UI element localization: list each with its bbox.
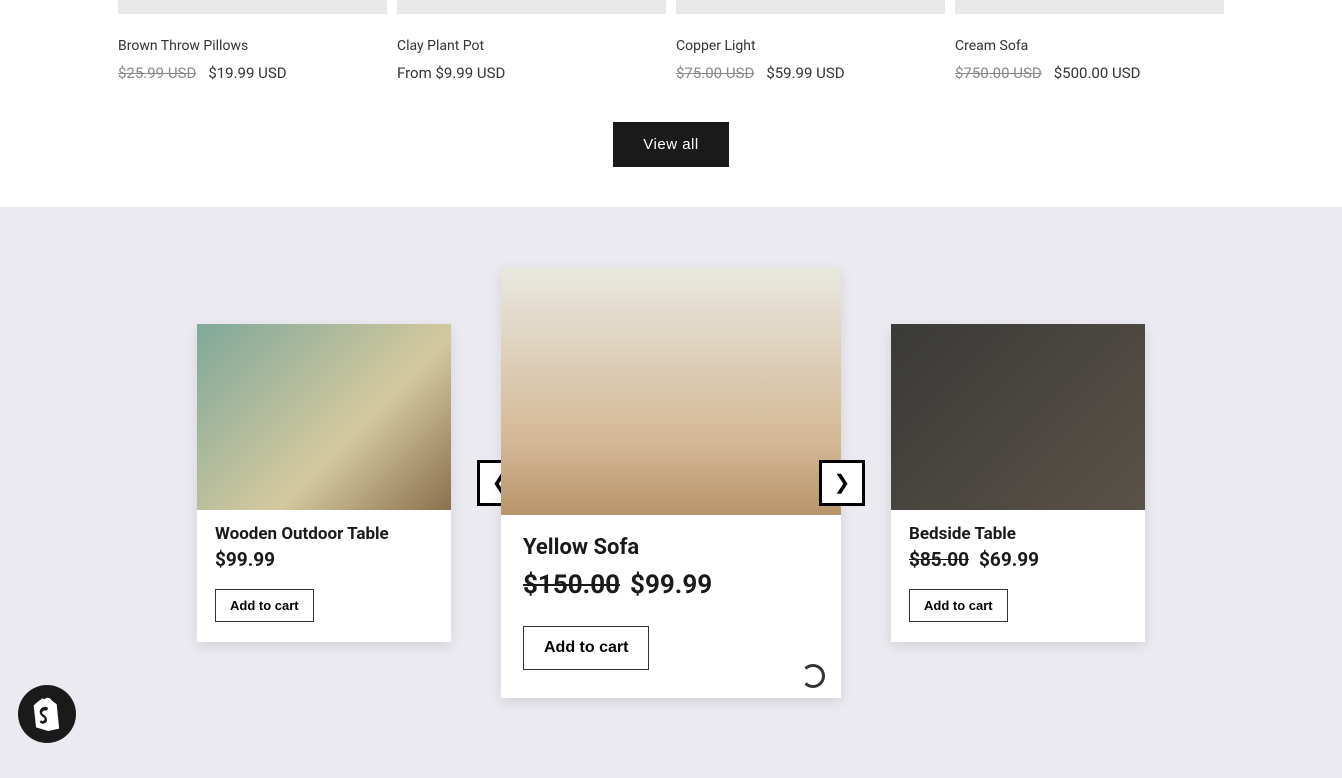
card-image <box>891 324 1145 510</box>
carousel-next-button[interactable]: ❯ <box>819 460 865 506</box>
shopify-badge[interactable] <box>18 685 76 743</box>
product-image <box>676 0 945 14</box>
price-row: $75.00 USD $59.99 USD <box>676 64 945 82</box>
chevron-right-icon: ❯ <box>834 470 851 495</box>
card-price: $85.00 $69.99 <box>909 548 1127 571</box>
card-title: Yellow Sofa <box>523 535 819 560</box>
carousel-card-right[interactable]: Bedside Table $85.00 $69.99 Add to cart <box>891 324 1145 642</box>
old-price: $75.00 USD <box>676 64 754 82</box>
product-item[interactable]: Cream Sofa $750.00 USD $500.00 USD <box>955 0 1224 82</box>
old-price: $85.00 <box>909 548 969 571</box>
carousel-card-left[interactable]: Wooden Outdoor Table $99.99 Add to cart <box>197 324 451 642</box>
product-title: Cream Sofa <box>955 38 1224 54</box>
add-to-cart-button[interactable]: Add to cart <box>909 589 1008 622</box>
new-price: From $9.99 USD <box>397 64 505 82</box>
price-row: $750.00 USD $500.00 USD <box>955 64 1224 82</box>
card-image <box>197 324 451 510</box>
product-item[interactable]: Copper Light $75.00 USD $59.99 USD <box>676 0 945 82</box>
card-title: Wooden Outdoor Table <box>215 524 433 544</box>
new-price: $99.99 <box>630 570 712 600</box>
product-item[interactable]: Brown Throw Pillows $25.99 USD $19.99 USD <box>118 0 387 82</box>
new-price: $69.99 <box>979 548 1039 571</box>
card-price: $99.99 <box>215 548 433 571</box>
carousel: Wooden Outdoor Table $99.99 Add to cart … <box>0 267 1342 698</box>
product-image <box>397 0 666 14</box>
carousel-section: Wooden Outdoor Table $99.99 Add to cart … <box>0 207 1342 778</box>
product-image <box>118 0 387 14</box>
shopify-icon <box>32 697 62 731</box>
old-price: $150.00 <box>523 570 620 600</box>
new-price: $59.99 USD <box>766 64 844 82</box>
carousel-card-center[interactable]: Yellow Sofa $150.00 $99.99 Add to cart <box>501 267 841 698</box>
new-price: $19.99 USD <box>208 64 286 82</box>
product-title: Clay Plant Pot <box>397 38 666 54</box>
card-title: Bedside Table <box>909 524 1127 544</box>
product-title: Brown Throw Pillows <box>118 38 387 54</box>
product-item[interactable]: Clay Plant Pot From $9.99 USD <box>397 0 666 82</box>
price-row: From $9.99 USD <box>397 64 666 82</box>
add-to-cart-button[interactable]: Add to cart <box>523 626 649 670</box>
card-content: Wooden Outdoor Table $99.99 Add to cart <box>197 510 451 642</box>
card-content: Yellow Sofa $150.00 $99.99 Add to cart <box>501 515 841 698</box>
product-grid: Brown Throw Pillows $25.99 USD $19.99 USD… <box>118 0 1224 82</box>
card-image <box>501 267 841 515</box>
old-price: $25.99 USD <box>118 64 196 82</box>
loading-spinner-icon <box>801 664 825 688</box>
add-to-cart-button[interactable]: Add to cart <box>215 589 314 622</box>
card-price: $150.00 $99.99 <box>523 570 819 600</box>
card-content: Bedside Table $85.00 $69.99 Add to cart <box>891 510 1145 642</box>
old-price: $750.00 USD <box>955 64 1042 82</box>
view-all-button[interactable]: View all <box>613 122 728 167</box>
price-row: $25.99 USD $19.99 USD <box>118 64 387 82</box>
product-image <box>955 0 1224 14</box>
top-product-section: Brown Throw Pillows $25.99 USD $19.99 USD… <box>0 0 1342 207</box>
product-title: Copper Light <box>676 38 945 54</box>
carousel-center-wrap: ❮ Yellow Sofa $150.00$99.99 Add to cart … <box>501 267 841 698</box>
new-price: $500.00 USD <box>1054 64 1141 82</box>
